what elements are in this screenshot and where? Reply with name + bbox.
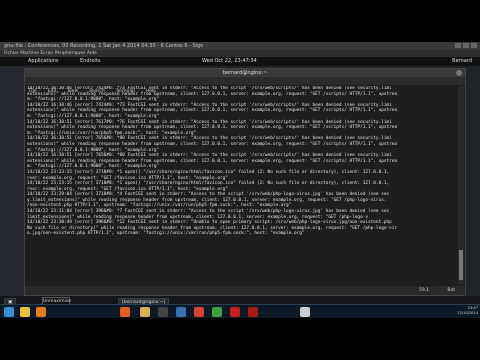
terminal-title-bar[interactable]: bernard@nginx:~ <box>25 69 465 77</box>
host-menu-bar: Fichier Machine Écran Périphériques Aide <box>0 50 480 57</box>
screen-frame: gnu-file : Conferences, 00 Recording, 1 … <box>0 42 480 318</box>
host-window-title: gnu-file : Conferences, 00 Recording, 1 … <box>4 43 204 49</box>
terminal-app-icon[interactable] <box>158 307 168 317</box>
chrome-icon[interactable] <box>194 307 204 317</box>
host-window-controls <box>455 43 477 48</box>
places-menu[interactable]: Endroits <box>80 57 100 66</box>
terminal-line: extensions)" while reading response head… <box>27 141 398 147</box>
panel-clock[interactable]: Wed Oct 22, 23:47:34 <box>202 57 257 66</box>
folder-icon[interactable] <box>140 307 150 317</box>
left-dock <box>0 66 24 296</box>
terminal-line: o.jpg/non-existent.php HTTP/1.1", upstre… <box>27 231 305 237</box>
editor-status-line: 59,1 Bot <box>25 286 465 295</box>
media-player-icon[interactable] <box>36 307 46 317</box>
user-menu[interactable]: Bernard <box>452 57 472 66</box>
camtasia-icon[interactable] <box>212 307 222 317</box>
system-tray-clock[interactable]: 23:47 22/10/2014 <box>457 306 478 316</box>
scroll-position: Bot <box>447 288 455 293</box>
tray-date: 22/10/2014 <box>457 311 478 315</box>
windows-taskbar: 23:47 22/10/2014 <box>0 304 480 318</box>
host-title-bar: gnu-file : Conferences, 00 Recording, 1 … <box>0 42 480 50</box>
terminal-window[interactable]: bernard@nginx:~ File Edit View Search Te… <box>24 68 466 296</box>
close-icon[interactable] <box>471 43 477 48</box>
record-icon[interactable] <box>230 307 240 317</box>
explorer-icon[interactable] <box>20 307 30 317</box>
gnome-top-panel: Applications Endroits Wed Oct 22, 23:47:… <box>0 57 480 66</box>
terminal-title: bernard@nginx:~ <box>222 70 268 76</box>
windows-start-icon[interactable] <box>4 307 14 317</box>
app-icon[interactable] <box>300 307 310 317</box>
minimize-icon[interactable] <box>455 43 461 48</box>
virtualbox-icon[interactable] <box>176 307 186 317</box>
maximize-icon[interactable] <box>463 43 469 48</box>
terminal-menu-bar: File Edit View Search Terminal Help <box>25 77 465 94</box>
pdf-icon[interactable] <box>248 307 258 317</box>
host-menu-items[interactable]: Fichier Machine Écran Périphériques Aide <box>4 50 97 57</box>
scrollbar-thumb[interactable] <box>459 250 463 280</box>
close-icon[interactable] <box>456 70 462 76</box>
terminal-scrollbar[interactable] <box>458 86 464 284</box>
applications-menu[interactable]: Applications <box>28 57 59 66</box>
firefox-icon[interactable] <box>120 307 130 317</box>
terminal-output[interactable]: 14/10/22 16:30:46 [error] 7424#0: *73 Fa… <box>27 86 457 284</box>
cursor-position: 59,1 <box>418 288 429 293</box>
terminal-line: extensions)" while reading response head… <box>27 125 398 131</box>
